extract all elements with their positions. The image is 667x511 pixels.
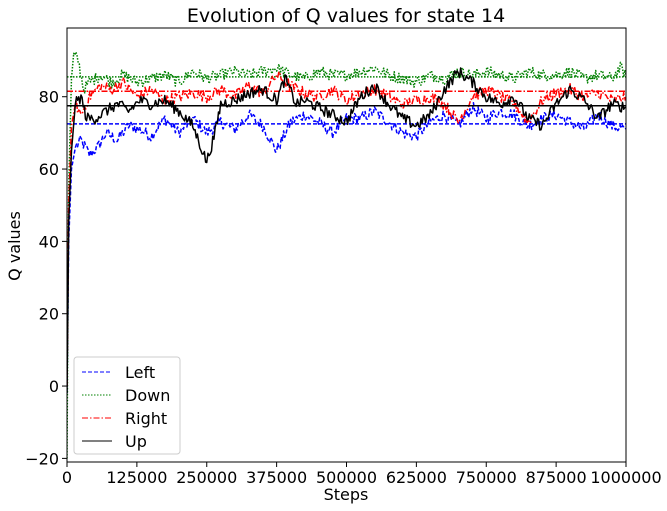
x-tick-label: 1000000 xyxy=(590,468,661,487)
y-tick-label: 80 xyxy=(39,88,59,107)
legend: Left Down Right Up xyxy=(73,356,181,455)
x-tick-label: 125000 xyxy=(106,468,167,487)
x-tick-label: 375000 xyxy=(246,468,307,487)
y-tick-label: 0 xyxy=(49,377,59,396)
y-tick-label: 20 xyxy=(39,305,59,324)
q-values-chart: Evolution of Q values for state 14 Steps… xyxy=(5,5,662,504)
x-tick-label: 250000 xyxy=(176,468,237,487)
y-tick-label: −20 xyxy=(25,449,59,468)
y-tick-label: 60 xyxy=(39,160,59,179)
legend-label-down: Down xyxy=(125,386,170,405)
y-axis-ticks: −20 0 20 40 60 80 xyxy=(25,88,67,468)
x-tick-label: 875000 xyxy=(526,468,587,487)
y-axis-label: Q values xyxy=(5,211,24,281)
x-tick-label: 625000 xyxy=(386,468,447,487)
legend-label-left: Left xyxy=(125,363,155,382)
x-tick-label: 500000 xyxy=(316,468,377,487)
legend-label-up: Up xyxy=(125,432,147,451)
x-axis-label: Steps xyxy=(324,485,369,504)
y-tick-label: 40 xyxy=(39,232,59,251)
x-tick-label: 0 xyxy=(62,468,72,487)
series-line-left xyxy=(67,102,626,394)
x-tick-label: 750000 xyxy=(456,468,517,487)
x-axis-ticks: 0 125000 250000 375000 500000 625000 750000 875… xyxy=(62,462,662,487)
chart-title: Evolution of Q values for state 14 xyxy=(187,5,505,27)
legend-label-right: Right xyxy=(125,409,167,428)
